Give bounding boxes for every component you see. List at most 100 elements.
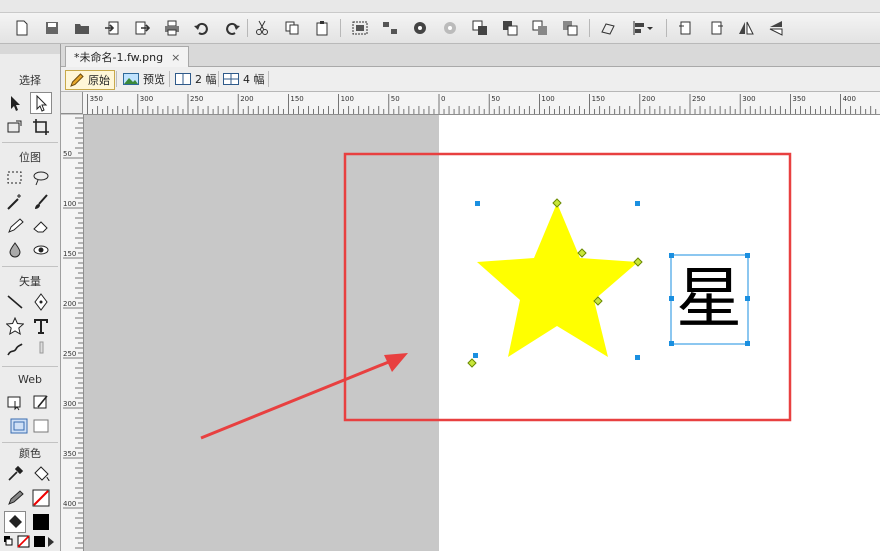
view-4up-button[interactable]: 4 幅 (219, 70, 269, 88)
view-original-button[interactable]: 原始 (65, 70, 115, 90)
ruler-label: 150 (290, 95, 303, 103)
pencil-tool-icon[interactable] (4, 215, 26, 237)
ruler-label: 200 (642, 95, 655, 103)
section-vector-label: 矢量 (19, 275, 41, 288)
ruler-label: 50 (63, 150, 72, 158)
tools-panel: 选择 位图 矢量 Web 颜色 (0, 44, 61, 551)
main-toolbar (0, 13, 880, 44)
ruler-label: 300 (140, 95, 153, 103)
group-icon[interactable] (350, 18, 370, 38)
ruler-label: 400 (843, 95, 856, 103)
ungroup-icon[interactable] (380, 18, 400, 38)
ruler-label: 200 (240, 95, 253, 103)
ruler-label: 100 (541, 95, 554, 103)
freeform-tool-icon[interactable] (4, 339, 26, 361)
subselection-tool-icon[interactable] (30, 92, 52, 114)
distort-icon[interactable] (598, 18, 618, 38)
section-color-label: 颜色 (19, 447, 41, 460)
flip-vertical-icon[interactable] (766, 18, 786, 38)
show-slices-icon[interactable] (30, 415, 52, 437)
panel-grip[interactable] (0, 44, 60, 54)
view-2up-button[interactable]: 2 幅 (171, 70, 221, 88)
crop-tool-icon[interactable] (30, 116, 52, 138)
eraser-tool-icon[interactable] (30, 215, 52, 237)
send-to-back-icon[interactable] (560, 18, 580, 38)
pen-tool-icon[interactable] (30, 291, 52, 313)
ruler-label: 250 (63, 350, 76, 358)
star-shape-tool-icon[interactable] (4, 315, 26, 337)
stroke-color-swatch-none[interactable] (30, 487, 52, 509)
undo-icon[interactable] (192, 18, 212, 38)
pointer-tool-icon[interactable] (4, 92, 26, 114)
view-2up-label: 2 幅 (195, 73, 217, 86)
rotate-90-ccw-icon[interactable] (676, 18, 696, 38)
close-tab-icon[interactable]: × (171, 51, 180, 64)
horizontal-ruler[interactable]: 350 300 250 200 150 100 50 0 50 100 150 200 250 300 35… (83, 92, 880, 115)
ruler-corner[interactable] (61, 92, 83, 114)
ruler-label: 250 (190, 95, 203, 103)
ruler-label: 350 (792, 95, 805, 103)
text-tool-icon[interactable] (30, 315, 52, 337)
ruler-label: 50 (491, 95, 500, 103)
knife-tool-icon[interactable] (30, 339, 52, 361)
bring-forward-icon[interactable] (500, 18, 520, 38)
section-web-label: Web (18, 373, 42, 386)
four-up-icon (223, 73, 239, 85)
fill-color-bucket-icon[interactable] (4, 511, 26, 533)
rotate-90-cw-icon[interactable] (706, 18, 726, 38)
view-4up-label: 4 幅 (243, 73, 265, 86)
join-icon[interactable] (410, 18, 430, 38)
view-preview-label: 预览 (143, 73, 165, 86)
default-colors-swap-icons[interactable] (2, 533, 58, 551)
document-tab[interactable]: *未命名-1.fw.png × (65, 46, 190, 67)
scale-tool-icon[interactable] (4, 116, 26, 138)
redo-icon[interactable] (222, 18, 242, 38)
cut-icon[interactable] (252, 18, 272, 38)
ruler-label: 400 (63, 500, 76, 508)
document-tab-strip: *未命名-1.fw.png × (61, 44, 880, 67)
slice-tool-icon[interactable] (30, 391, 52, 413)
view-mode-bar: 原始 预览 2 幅 4 幅 (61, 67, 880, 92)
ruler-label: 350 (63, 450, 76, 458)
paint-bucket-tool-icon[interactable] (30, 463, 52, 485)
line-tool-icon[interactable] (4, 291, 26, 313)
view-original-label: 原始 (88, 74, 110, 87)
stroke-color-pencil-icon[interactable] (4, 487, 26, 509)
bring-to-front-icon[interactable] (470, 18, 490, 38)
send-backward-icon[interactable] (530, 18, 550, 38)
red-eye-tool-icon[interactable] (30, 239, 52, 261)
view-preview-button[interactable]: 预览 (119, 70, 169, 88)
ruler-label: 350 (90, 95, 103, 103)
eyedropper-tool-icon[interactable] (4, 463, 26, 485)
magic-wand-tool-icon[interactable] (4, 191, 26, 213)
split-icon[interactable] (440, 18, 460, 38)
ruler-label: 0 (441, 95, 445, 103)
lasso-tool-icon[interactable] (30, 167, 52, 189)
open-folder-icon[interactable] (72, 18, 92, 38)
menu-bar (0, 0, 880, 13)
hide-slices-icon[interactable] (8, 415, 30, 437)
section-select-label: 选择 (19, 74, 41, 87)
save-icon[interactable] (42, 18, 62, 38)
ruler-label: 150 (63, 250, 76, 258)
import-icon[interactable] (102, 18, 122, 38)
blur-tool-icon[interactable] (4, 239, 26, 261)
print-icon[interactable] (162, 18, 182, 38)
hotspot-tool-icon[interactable] (4, 391, 26, 413)
fill-color-swatch-black[interactable] (30, 511, 52, 533)
section-bitmap-label: 位图 (19, 151, 41, 164)
document-canvas[interactable] (439, 115, 880, 551)
brush-tool-icon[interactable] (30, 191, 52, 213)
align-dropdown-icon[interactable] (630, 18, 656, 38)
pencil-icon (70, 73, 84, 87)
flip-horizontal-icon[interactable] (736, 18, 756, 38)
vertical-ruler[interactable]: 50 100 150 200 250 300 350 400 (61, 115, 84, 551)
copy-icon[interactable] (282, 18, 302, 38)
paste-icon[interactable] (312, 18, 332, 38)
marquee-tool-icon[interactable] (4, 167, 26, 189)
export-icon[interactable] (132, 18, 152, 38)
ruler-label: 300 (63, 400, 76, 408)
ruler-label: 150 (592, 95, 605, 103)
new-file-icon[interactable] (12, 18, 32, 38)
ruler-label: 100 (341, 95, 354, 103)
